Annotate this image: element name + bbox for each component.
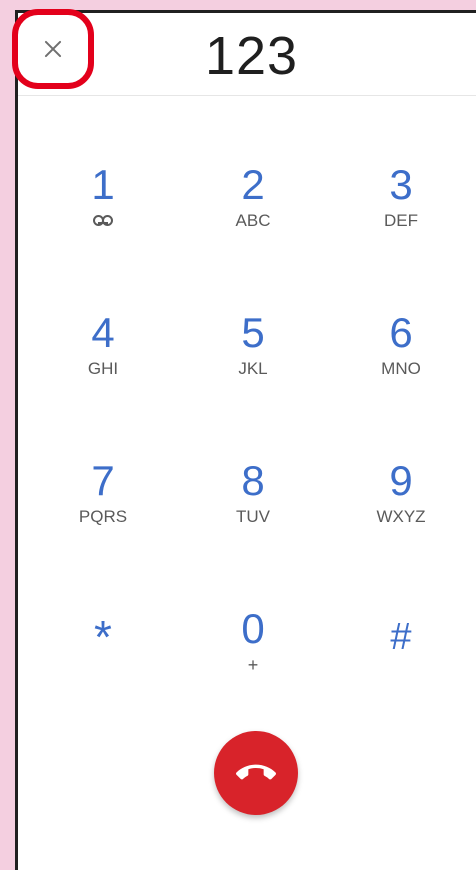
key-letters: TUV <box>236 507 270 526</box>
key-hash[interactable]: # <box>346 585 456 695</box>
key-digit: 5 <box>241 309 265 356</box>
key-digit: 1 <box>91 161 115 208</box>
key-digit: # <box>390 616 412 658</box>
dialed-number-display: 123 <box>204 26 299 86</box>
key-digit: 4 <box>91 309 115 356</box>
end-call-icon <box>236 753 276 793</box>
key-2[interactable]: 2 ABC <box>198 133 308 243</box>
key-digit: 9 <box>389 457 413 504</box>
key-letters: GHI <box>87 359 119 378</box>
key-6[interactable]: 6 MNO <box>346 281 456 391</box>
key-4[interactable]: 4 GHI <box>48 281 158 391</box>
key-digit: 7 <box>91 457 115 504</box>
key-letters: MNO <box>381 359 421 378</box>
key-letters: JKL <box>238 359 268 378</box>
key-1[interactable]: 1 <box>48 133 158 243</box>
key-digit: 0 <box>241 605 265 652</box>
key-digit: 2 <box>241 161 265 208</box>
key-star[interactable]: * <box>48 585 158 695</box>
key-3[interactable]: 3 DEF <box>346 133 456 243</box>
dialer-header: 123 <box>12 9 476 96</box>
key-0[interactable]: 0 + <box>198 577 308 687</box>
dialer-window: 123 1 2 ABC 3 DEF 4 GHI 5 JKL 6 MNO 7 PQ… <box>12 9 476 870</box>
key-digit: 8 <box>241 457 265 504</box>
key-7[interactable]: 7 PQRS <box>48 429 158 539</box>
key-5[interactable]: 5 JKL <box>198 281 308 391</box>
voicemail-icon <box>93 215 113 226</box>
key-letters: + <box>247 655 259 675</box>
key-letters: WXYZ <box>376 507 426 526</box>
key-digit: * <box>94 611 112 663</box>
key-8[interactable]: 8 TUV <box>198 429 308 539</box>
key-digit: 3 <box>389 161 413 208</box>
end-call-button[interactable] <box>214 731 298 815</box>
key-digit: 6 <box>389 309 413 356</box>
key-letters: DEF <box>384 211 418 230</box>
key-letters: PQRS <box>78 507 128 526</box>
key-letters: ABC <box>235 211 271 230</box>
key-9[interactable]: 9 WXYZ <box>346 429 456 539</box>
